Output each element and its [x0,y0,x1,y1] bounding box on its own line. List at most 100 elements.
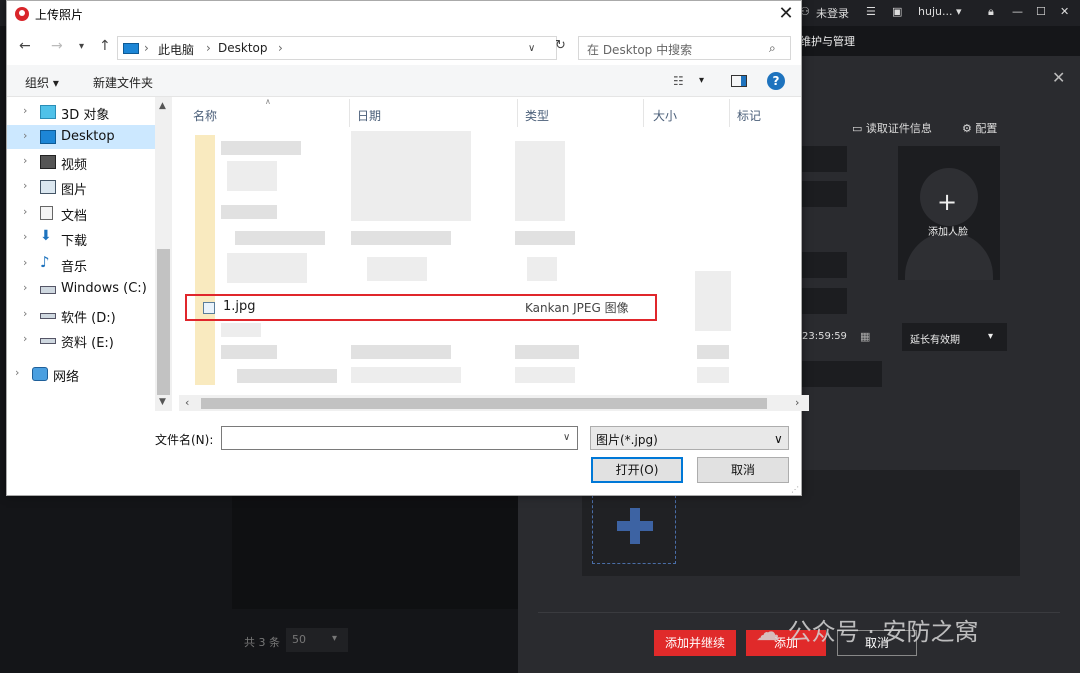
filename-input[interactable]: ∨ [221,426,578,450]
column-header-size[interactable]: 大小 [653,107,677,124]
close-app-icon[interactable]: ✕ [1060,5,1069,18]
forward-arrow-icon[interactable]: → [51,38,63,54]
sidebar-item-pictures[interactable]: › 图片 [7,175,157,199]
form-field[interactable] [802,361,882,387]
form-field[interactable] [802,146,847,172]
chevron-right-icon[interactable]: › [23,230,27,243]
blurred-file-name[interactable] [221,323,261,337]
help-icon[interactable]: ? [767,72,785,90]
breadcrumb-desktop[interactable]: Desktop [218,41,268,55]
new-folder-button[interactable]: 新建文件夹 [93,74,153,91]
file-row-1jpg[interactable]: 1.jpg Kankan JPEG 图像 [185,294,657,321]
view-options-icon[interactable]: ☷ [673,74,684,88]
sidebar-item-3d-objects[interactable]: › 3D 对象 [7,100,157,124]
organize-menu[interactable]: 组织 ▾ [25,74,59,91]
chevron-down-icon[interactable]: ▾ [699,75,704,86]
chevron-right-icon[interactable]: › [206,41,211,55]
chevron-down-icon[interactable]: ∨ [563,432,570,443]
chevron-right-icon[interactable]: › [23,179,27,192]
plus-icon: + [937,188,958,216]
refresh-icon[interactable]: ↻ [555,38,566,53]
column-header-tag[interactable]: 标记 [737,107,761,124]
form-field[interactable] [802,181,847,207]
blurred-file-name[interactable] [221,141,301,155]
breadcrumb-this-pc[interactable]: 此电脑 [158,41,194,58]
page-size-select[interactable]: 50 ▾ [286,628,348,652]
user-dropdown-icon[interactable]: ▾ [956,5,962,18]
chevron-right-icon[interactable]: › [23,281,27,294]
add-face-label: 添加人脸 [928,227,968,238]
close-icon[interactable]: ✕ [775,3,797,25]
validity-select[interactable]: 延长有效期 ▾ [902,323,1007,351]
chevron-right-icon[interactable]: › [23,205,27,218]
blurred-file-name[interactable] [237,369,337,383]
chevron-right-icon[interactable]: › [23,307,27,320]
column-header-name[interactable]: 名称 [193,107,217,124]
minimize-icon[interactable]: — [1012,5,1023,18]
read-id-button[interactable]: ▭ 读取证件信息 [852,120,932,136]
preview-pane-icon[interactable] [731,75,747,87]
chevron-right-icon[interactable]: › [23,129,27,142]
scroll-left-icon[interactable]: ‹ [185,396,189,409]
lock-icon[interactable]: 🔒︎ [988,5,994,19]
blurred-file-name[interactable] [221,205,277,219]
resize-grip-icon[interactable]: ⋰ [791,485,799,494]
scroll-right-icon[interactable]: › [795,396,799,409]
chevron-right-icon[interactable]: › [23,104,27,117]
scroll-up-icon[interactable]: ▲ [159,101,166,111]
sidebar-item-desktop[interactable]: › Desktop [7,125,157,149]
maximize-icon[interactable]: ☐ [1036,5,1046,18]
sidebar-label: 文档 [61,209,88,224]
open-button[interactable]: 打开(O) [591,457,683,483]
sidebar-label: 软件 (D:) [61,311,116,326]
sidebar-item-documents[interactable]: › 文档 [7,201,157,225]
form-field[interactable] [802,252,847,278]
sidebar-item-network[interactable]: › 网络 [0,362,149,386]
add-continue-button[interactable]: 添加并继续 [654,630,736,656]
chevron-right-icon[interactable]: › [23,256,27,269]
time-value[interactable]: 23:59:59 [802,331,847,342]
back-arrow-icon[interactable]: ← [19,38,31,54]
drive-icon [40,338,56,344]
column-separator [729,99,730,127]
blurred-file-name[interactable] [227,161,277,191]
chevron-right-icon[interactable]: › [15,366,19,379]
sidebar-item-drive-d[interactable]: › 软件 (D:) [7,303,157,327]
hscroll-thumb[interactable] [201,398,767,409]
sidebar-item-video[interactable]: › 视频 [7,150,157,174]
blurred-file-name[interactable] [227,253,307,283]
close-panel-icon[interactable]: ✕ [1052,68,1065,87]
form-field[interactable] [802,288,847,314]
scroll-down-icon[interactable]: ▼ [159,397,166,407]
blurred-file-name[interactable] [221,345,277,359]
recent-dropdown-icon[interactable]: ▾ [79,41,84,52]
address-dropdown-icon[interactable]: ∨ [528,43,535,54]
sidebar-scroll-thumb[interactable] [157,249,170,395]
up-arrow-icon[interactable]: ↑ [99,38,111,54]
blurred-file-type [527,257,557,281]
menu-item-maintenance[interactable]: 维护与管理 [800,33,855,49]
chevron-right-icon[interactable]: › [23,332,27,345]
column-header-date[interactable]: 日期 [357,107,381,124]
chevron-right-icon[interactable]: › [23,154,27,167]
sidebar-item-music[interactable]: › ♪ 音乐 [7,252,157,276]
sidebar-item-drive-e[interactable]: › 资料 (E:) [7,328,157,352]
blurred-file-name[interactable] [235,231,325,245]
image-icon[interactable]: ▣ [892,5,902,18]
login-status[interactable]: 未登录 [816,5,849,21]
filetype-select[interactable]: 图片(*.jpg) ∨ [590,426,789,450]
sidebar-item-drive-c[interactable]: › Windows (C:) [7,277,157,301]
search-icon: ⌕ [769,41,776,55]
chevron-right-icon[interactable]: › [144,41,149,55]
column-header-type[interactable]: 类型 [525,107,549,124]
drive-icon [40,286,56,294]
address-bar[interactable]: › 此电脑 › Desktop › ∨ [117,36,557,60]
chevron-right-icon[interactable]: › [278,41,283,55]
search-input[interactable]: 在 Desktop 中搜索 ⌕ [578,36,791,60]
sidebar-item-downloads[interactable]: › ⬇ 下载 [7,226,157,250]
config-button[interactable]: ⚙ 配置 [962,120,997,136]
list-icon[interactable]: ☰ [866,5,876,18]
calendar-icon[interactable]: ▦ [860,330,870,343]
cancel-button[interactable]: 取消 [697,457,789,483]
username[interactable]: huju... [918,5,952,18]
